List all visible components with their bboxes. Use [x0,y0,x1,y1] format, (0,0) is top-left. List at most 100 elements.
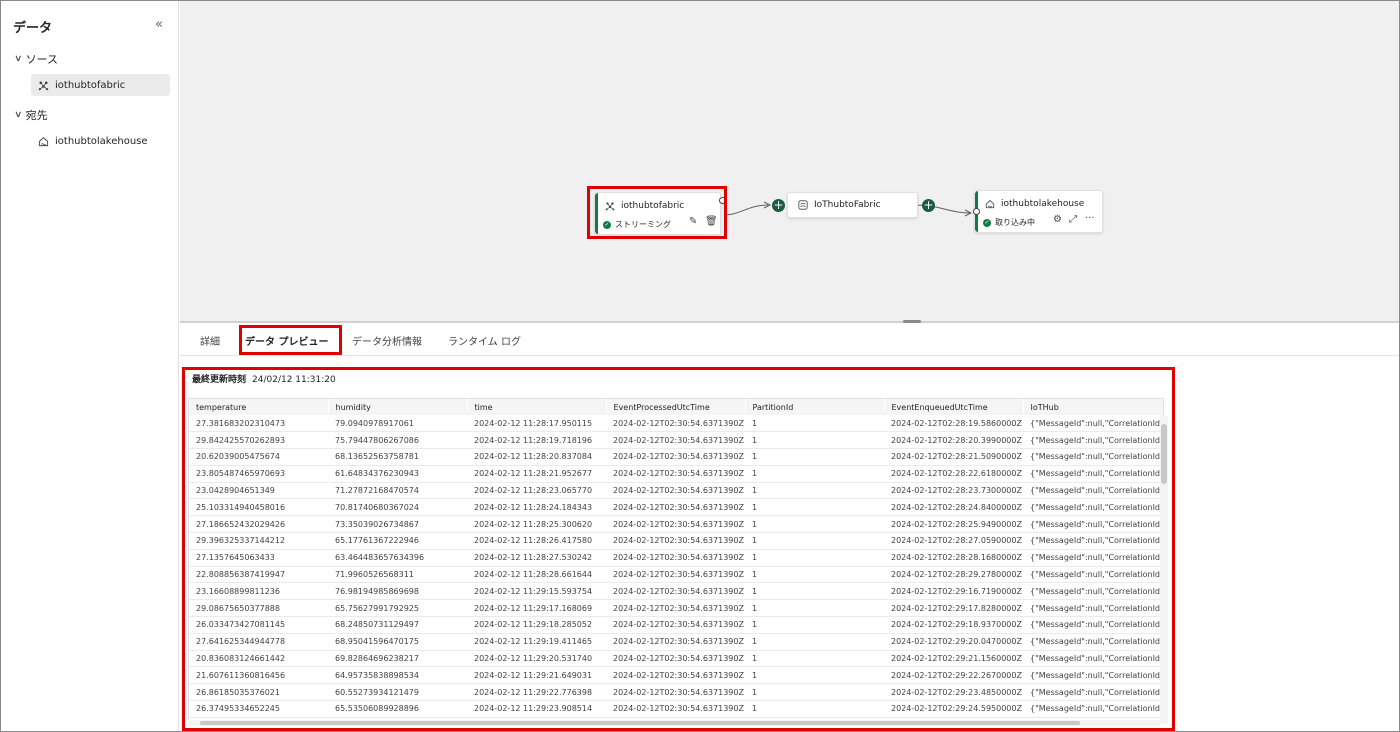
bottom-tab-bar: 詳細 データ プレビュー データ分析情報 ランタイム ログ [180,323,1399,356]
table-cell: 75.79447806267086 [328,431,467,450]
table-cell: 2024-02-12 11:28:19.718196 [467,431,606,450]
iot-hub-icon [38,80,49,90]
sidebar-item-iothubtofabric[interactable]: iothubtofabric [31,74,170,96]
table-cell: 2024-02-12T02:28:22.6180000Z [884,465,1023,483]
table-row[interactable]: 29.396325337144212 65.17761367222946 2024-… [189,532,1163,550]
table-cell: 27.381683202310473 [189,415,328,433]
node-output-port[interactable] [719,197,726,204]
source-node-iothubtofabric[interactable]: iothubtofabric ✓ ストリーミング ✎ 🗑 [594,192,721,235]
table-row[interactable]: 27.641625344944778 68.95041596470175 2024-… [189,633,1163,651]
table-cell: 79.0940978917061 [328,415,467,433]
table-cell: 2024-02-12 11:29:23.908514 [467,700,606,718]
table-row[interactable]: 23.0428904651349 71.27872168470574 2024-02… [189,482,1163,500]
sidebar-section-source[interactable]: ∨ ソース [14,51,58,67]
table-cell: 2024-02-12 11:28:23.065770 [467,482,606,500]
table-cell: {"MessageId":null,"CorrelationId":null [1023,700,1163,718]
column-header[interactable]: PartitionId [745,399,885,415]
table-row[interactable]: 27.186652432029426 73.35039026734867 2024-… [189,515,1163,534]
destination-node-iothubtolakehouse[interactable]: iothubtolakehouse ✓ 取り込み中 ⚙ ⤢ ··· [974,190,1103,233]
table-cell: 70.81740680367024 [328,498,467,517]
table-cell: 29.842425570262893 [189,431,328,450]
stream-node-iothubtofabric[interactable]: IoThubtoFabric [787,192,918,218]
lakehouse-settings-icon[interactable]: ⚙ [1053,214,1062,225]
add-operation-button[interactable]: + [772,199,785,212]
more-options-icon[interactable]: ··· [1085,213,1095,224]
chevron-down-icon: ∨ [14,110,23,120]
sidebar-section-destination[interactable]: ∨ 宛先 [14,107,48,123]
column-header[interactable]: EventEnqueuedUtcTime [884,399,1024,415]
eventstream-canvas[interactable]: iothubtofabric ✓ ストリーミング ✎ 🗑 + IoThubtoF… [180,1,1399,322]
node-input-port[interactable] [973,208,980,215]
table-cell: 2024-02-12T02:30:54.6371390Z [606,666,745,685]
table-cell: 2024-02-12T02:30:54.6371390Z [606,650,745,668]
table-cell: 2024-02-12T02:30:54.6371390Z [606,498,745,517]
table-cell: {"MessageId":null,"CorrelationId":null [1023,515,1163,534]
table-cell: 1 [745,431,884,450]
table-cell: {"MessageId":null,"CorrelationId":null [1023,599,1163,618]
table-cell: 2024-02-12 11:29:15.593754 [467,582,606,601]
vertical-scroll-thumb[interactable] [1161,424,1167,484]
table-cell: {"MessageId":null,"CorrelationId":null [1023,683,1163,702]
table-row[interactable]: 29.842425570262893 75.79447806267086 2024-… [189,431,1163,450]
table-row[interactable]: 20.62039005475674 68.13652563758781 2024-0… [189,448,1163,466]
table-row[interactable]: 23.16608899811236 76.98194985869698 2024-0… [189,582,1163,601]
table-cell: 2024-02-12T02:28:21.5090000Z [884,448,1023,466]
table-row[interactable]: 29.08675650377888 65.75627991792925 2024-0… [189,599,1163,618]
table-cell: 2024-02-12T02:28:24.8400000Z [884,498,1023,517]
table-cell: 2024-02-12T02:29:21.1560000Z [884,650,1023,668]
data-preview-table[interactable]: temperature humidity time EventProcessed… [188,398,1164,724]
table-row[interactable]: 26.37495334652245 65.53506089928896 2024-0… [189,700,1163,718]
table-row[interactable]: 26.033473427081145 68.24850731129497 2024-… [189,616,1163,634]
column-header[interactable]: EventProcessedUtcTime [606,399,746,415]
table-row[interactable]: 22.808856387419947 71.9960526568311 2024-0… [189,566,1163,584]
column-header[interactable]: IoTHub [1023,399,1163,415]
table-row[interactable]: 23.805487465970693 61.64834376230943 2024-… [189,465,1163,483]
table-row[interactable]: 25.103314940458016 70.81740680367024 2024-… [189,498,1163,517]
table-cell: {"MessageId":null,"CorrelationId":null [1023,566,1163,584]
table-cell: 29.08675650377888 [189,599,328,618]
table-cell: 2024-02-12 11:28:28.661644 [467,566,606,584]
open-item-icon[interactable]: ⤢ [1069,214,1077,225]
table-cell: 2024-02-12T02:28:27.0590000Z [884,532,1023,550]
table-cell: {"MessageId":null,"CorrelationId":null [1023,650,1163,668]
column-header[interactable]: humidity [328,399,468,415]
column-header[interactable]: temperature [189,399,329,415]
horizontal-scroll-thumb[interactable] [200,721,1080,725]
tab-details[interactable]: 詳細 [200,333,220,348]
column-header[interactable]: time [467,399,607,415]
sidebar-item-iothubtolakehouse[interactable]: iothubtolakehouse [31,130,170,152]
table-cell: 1 [745,482,884,500]
table-cell: 2024-02-12 11:28:21.952677 [467,465,606,483]
delete-icon[interactable]: 🗑 [705,216,718,227]
iot-hub-icon [605,202,615,211]
add-destination-button[interactable]: + [922,199,935,212]
table-cell: 1 [745,465,884,483]
table-row[interactable]: 26.86185035376021 60.55273934121479 2024-0… [189,683,1163,702]
table-cell: 68.95041596470175 [328,633,467,651]
node-title: IoThubtoFabric [798,200,881,210]
tab-runtime-logs[interactable]: ランタイム ログ [448,333,521,348]
table-cell: 2024-02-12T02:29:18.9370000Z [884,616,1023,634]
tab-data-insights[interactable]: データ分析情報 [352,333,422,348]
table-row[interactable]: 27.1357645063433 63.464483657634396 2024-0… [189,549,1163,567]
tab-data-preview[interactable]: データ プレビュー [245,333,328,348]
edit-icon[interactable]: ✎ [689,216,697,227]
table-cell: 2024-02-12T02:30:54.6371390Z [606,448,745,466]
table-cell: {"MessageId":null,"CorrelationId":null [1023,415,1163,433]
table-cell: 2024-02-12T02:28:29.2780000Z [884,566,1023,584]
table-row[interactable]: 20.836083124661442 69.82864696238217 2024-… [189,650,1163,668]
table-cell: 23.805487465970693 [189,465,328,483]
table-cell: 21.607611360816456 [189,666,328,685]
table-row[interactable]: 21.607611360816456 64.95735838898534 2024-… [189,666,1163,685]
table-cell: 68.24850731129497 [328,616,467,634]
table-cell: 65.53506089928896 [328,700,467,718]
sidebar-item-label: iothubtofabric [55,79,126,91]
table-cell: 2024-02-12T02:30:54.6371390Z [606,431,745,450]
sidebar-section-label: 宛先 [25,109,48,122]
table-cell: 1 [745,666,884,685]
table-cell: 2024-02-12T02:29:16.7190000Z [884,582,1023,601]
table-cell: 27.641625344944778 [189,633,328,651]
table-row[interactable]: 27.381683202310473 79.0940978917061 2024-0… [189,415,1163,433]
table-cell: 23.0428904651349 [189,482,328,500]
collapse-sidebar-button[interactable]: « [155,17,163,32]
